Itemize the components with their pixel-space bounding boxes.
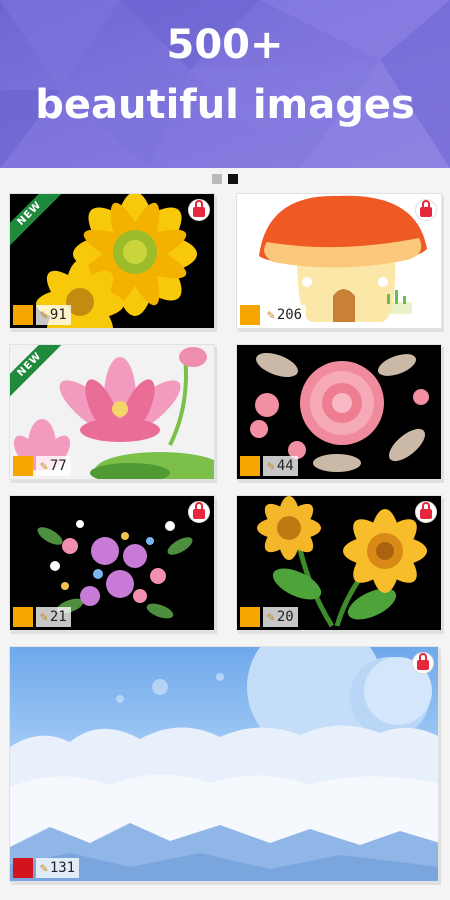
lock-icon [188, 199, 210, 221]
new-badge: NEW [10, 194, 66, 250]
image-tile-two-sunflowers[interactable]: ✎ 20 [236, 495, 442, 631]
image-tile-bouquet[interactable]: ✎ 21 [9, 495, 215, 631]
page-indicator [0, 174, 450, 184]
page-dot[interactable] [212, 174, 222, 184]
color-count: ✎ 131 [36, 858, 80, 878]
color-count: ✎ 91 [36, 305, 71, 325]
pencil-icon: ✎ [267, 458, 275, 474]
tile-info: ✎ 91 [13, 305, 71, 325]
color-swatch [13, 456, 33, 476]
color-swatch [13, 607, 33, 627]
pencil-icon: ✎ [267, 307, 275, 323]
tile-info: ✎ 206 [240, 305, 307, 325]
tile-info: ✎ 77 [13, 456, 71, 476]
color-count: ✎ 77 [36, 456, 71, 476]
pencil-icon: ✎ [267, 609, 275, 625]
color-swatch [13, 305, 33, 325]
banner-title-line2: beautiful images [35, 82, 415, 128]
image-tile-mushroom[interactable]: ✎ 206 [236, 193, 442, 329]
tile-info: ✎ 21 [13, 607, 71, 627]
lock-icon [415, 199, 437, 221]
image-tile-rose[interactable]: ✎ 44 [236, 344, 442, 480]
pencil-icon: ✎ [40, 860, 48, 876]
banner-title-line1: 500+ [166, 22, 284, 68]
color-swatch [240, 456, 260, 476]
tile-info: ✎ 131 [13, 858, 80, 878]
image-tile-lotus[interactable]: NEW ✎ 77 [9, 344, 215, 480]
image-tile-sky[interactable]: ✎ 131 [9, 646, 439, 882]
lock-icon [412, 652, 434, 674]
color-count: ✎ 20 [263, 607, 298, 627]
pencil-icon: ✎ [40, 609, 48, 625]
tile-artwork [10, 647, 438, 881]
color-count: ✎ 206 [263, 305, 307, 325]
lock-icon [415, 501, 437, 523]
color-swatch [13, 858, 33, 878]
pencil-icon: ✎ [40, 307, 48, 323]
pencil-icon: ✎ [40, 458, 48, 474]
color-count: ✎ 21 [36, 607, 71, 627]
image-tile-sunflowers[interactable]: NEW ✎ 91 [9, 193, 215, 329]
new-badge: NEW [10, 345, 66, 401]
page-dot-active[interactable] [228, 174, 238, 184]
promo-banner: 500+ beautiful images [0, 0, 450, 168]
tile-info: ✎ 20 [240, 607, 298, 627]
lock-icon [188, 501, 210, 523]
color-swatch [240, 305, 260, 325]
tile-info: ✎ 44 [240, 456, 298, 476]
color-swatch [240, 607, 260, 627]
color-count: ✎ 44 [263, 456, 298, 476]
